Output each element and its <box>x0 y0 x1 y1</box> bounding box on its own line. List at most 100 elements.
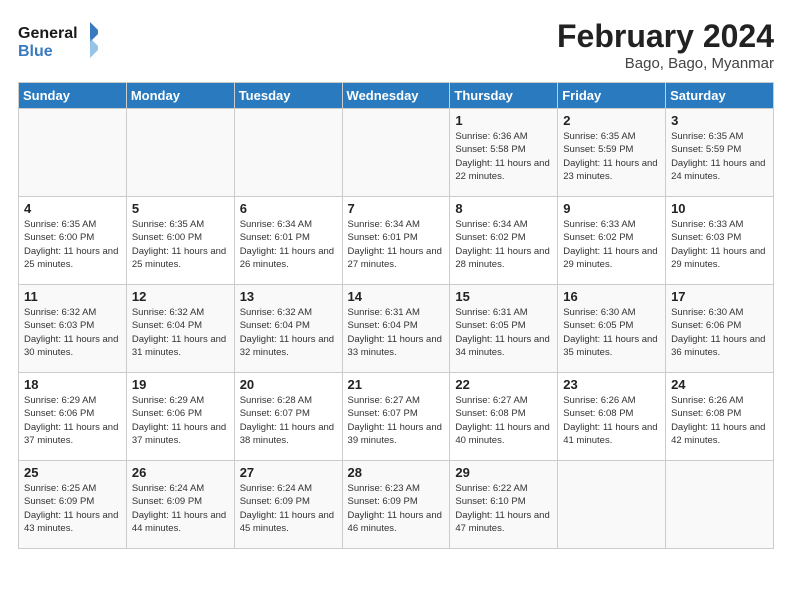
calendar-cell: 25 Sunrise: 6:25 AM Sunset: 6:09 PM Dayli… <box>19 461 127 549</box>
day-number: 12 <box>132 289 230 304</box>
calendar-cell: 15 Sunrise: 6:31 AM Sunset: 6:05 PM Dayli… <box>450 285 558 373</box>
day-number: 4 <box>24 201 122 216</box>
calendar-cell <box>234 109 342 197</box>
day-number: 23 <box>563 377 661 392</box>
day-info: Sunrise: 6:32 AM Sunset: 6:03 PM Dayligh… <box>24 306 122 359</box>
day-info: Sunrise: 6:23 AM Sunset: 6:09 PM Dayligh… <box>348 482 446 535</box>
day-info: Sunrise: 6:24 AM Sunset: 6:09 PM Dayligh… <box>132 482 230 535</box>
day-number: 24 <box>671 377 769 392</box>
day-info: Sunrise: 6:31 AM Sunset: 6:04 PM Dayligh… <box>348 306 446 359</box>
calendar-cell: 1Sunrise: 6:36 AM Sunset: 5:58 PM Daylig… <box>450 109 558 197</box>
day-number: 27 <box>240 465 338 480</box>
day-info: Sunrise: 6:33 AM Sunset: 6:02 PM Dayligh… <box>563 218 661 271</box>
calendar-week-5: 25 Sunrise: 6:25 AM Sunset: 6:09 PM Dayli… <box>19 461 774 549</box>
day-info: Sunrise: 6:26 AM Sunset: 6:08 PM Dayligh… <box>563 394 661 447</box>
day-number: 18 <box>24 377 122 392</box>
page-header: General Blue February 2024 Bago, Bago, M… <box>18 18 774 72</box>
col-wednesday: Wednesday <box>342 83 450 109</box>
calendar-cell: 4 Sunrise: 6:35 AM Sunset: 6:00 PM Daylig… <box>19 197 127 285</box>
calendar-cell: 16Sunrise: 6:30 AM Sunset: 6:05 PM Dayli… <box>558 285 666 373</box>
calendar-cell: 10 Sunrise: 6:33 AM Sunset: 6:03 PM Dayli… <box>666 197 774 285</box>
calendar-cell: 21 Sunrise: 6:27 AM Sunset: 6:07 PM Dayli… <box>342 373 450 461</box>
day-number: 7 <box>348 201 446 216</box>
calendar-table: Sunday Monday Tuesday Wednesday Thursday… <box>18 82 774 549</box>
day-number: 13 <box>240 289 338 304</box>
calendar-cell: 22 Sunrise: 6:27 AM Sunset: 6:08 PM Dayli… <box>450 373 558 461</box>
day-info: Sunrise: 6:36 AM Sunset: 5:58 PM Dayligh… <box>455 130 553 183</box>
day-number: 25 <box>24 465 122 480</box>
day-info: Sunrise: 6:35 AM Sunset: 6:00 PM Dayligh… <box>24 218 122 271</box>
day-number: 8 <box>455 201 553 216</box>
day-info: Sunrise: 6:35 AM Sunset: 5:59 PM Dayligh… <box>671 130 769 183</box>
day-info: Sunrise: 6:29 AM Sunset: 6:06 PM Dayligh… <box>24 394 122 447</box>
day-info: Sunrise: 6:34 AM Sunset: 6:01 PM Dayligh… <box>240 218 338 271</box>
calendar-cell <box>666 461 774 549</box>
calendar-page: General Blue February 2024 Bago, Bago, M… <box>0 0 792 612</box>
header-row: Sunday Monday Tuesday Wednesday Thursday… <box>19 83 774 109</box>
day-info: Sunrise: 6:31 AM Sunset: 6:05 PM Dayligh… <box>455 306 553 359</box>
calendar-cell: 23 Sunrise: 6:26 AM Sunset: 6:08 PM Dayli… <box>558 373 666 461</box>
day-info: Sunrise: 6:35 AM Sunset: 6:00 PM Dayligh… <box>132 218 230 271</box>
col-saturday: Saturday <box>666 83 774 109</box>
col-thursday: Thursday <box>450 83 558 109</box>
day-number: 10 <box>671 201 769 216</box>
day-number: 15 <box>455 289 553 304</box>
day-number: 19 <box>132 377 230 392</box>
day-info: Sunrise: 6:27 AM Sunset: 6:08 PM Dayligh… <box>455 394 553 447</box>
calendar-week-2: 4 Sunrise: 6:35 AM Sunset: 6:00 PM Daylig… <box>19 197 774 285</box>
calendar-cell: 9Sunrise: 6:33 AM Sunset: 6:02 PM Daylig… <box>558 197 666 285</box>
day-number: 6 <box>240 201 338 216</box>
calendar-week-4: 18 Sunrise: 6:29 AM Sunset: 6:06 PM Dayli… <box>19 373 774 461</box>
svg-text:General: General <box>18 25 78 42</box>
day-number: 5 <box>132 201 230 216</box>
day-number: 2 <box>563 113 661 128</box>
calendar-cell: 8 Sunrise: 6:34 AM Sunset: 6:02 PM Daylig… <box>450 197 558 285</box>
day-info: Sunrise: 6:34 AM Sunset: 6:02 PM Dayligh… <box>455 218 553 271</box>
calendar-cell: 19 Sunrise: 6:29 AM Sunset: 6:06 PM Dayli… <box>126 373 234 461</box>
calendar-cell: 28 Sunrise: 6:23 AM Sunset: 6:09 PM Dayli… <box>342 461 450 549</box>
calendar-body: 1Sunrise: 6:36 AM Sunset: 5:58 PM Daylig… <box>19 109 774 549</box>
calendar-cell: 11 Sunrise: 6:32 AM Sunset: 6:03 PM Dayli… <box>19 285 127 373</box>
day-info: Sunrise: 6:24 AM Sunset: 6:09 PM Dayligh… <box>240 482 338 535</box>
calendar-subtitle: Bago, Bago, Myanmar <box>557 55 774 72</box>
calendar-cell <box>342 109 450 197</box>
day-number: 20 <box>240 377 338 392</box>
logo-svg: General Blue <box>18 18 98 60</box>
calendar-cell: 6 Sunrise: 6:34 AM Sunset: 6:01 PM Daylig… <box>234 197 342 285</box>
day-info: Sunrise: 6:35 AM Sunset: 5:59 PM Dayligh… <box>563 130 661 183</box>
day-info: Sunrise: 6:28 AM Sunset: 6:07 PM Dayligh… <box>240 394 338 447</box>
day-info: Sunrise: 6:25 AM Sunset: 6:09 PM Dayligh… <box>24 482 122 535</box>
day-number: 14 <box>348 289 446 304</box>
day-info: Sunrise: 6:32 AM Sunset: 6:04 PM Dayligh… <box>132 306 230 359</box>
day-info: Sunrise: 6:30 AM Sunset: 6:05 PM Dayligh… <box>563 306 661 359</box>
calendar-cell: 17Sunrise: 6:30 AM Sunset: 6:06 PM Dayli… <box>666 285 774 373</box>
svg-text:Blue: Blue <box>18 43 53 60</box>
calendar-cell: 26 Sunrise: 6:24 AM Sunset: 6:09 PM Dayli… <box>126 461 234 549</box>
day-number: 28 <box>348 465 446 480</box>
calendar-cell: 18 Sunrise: 6:29 AM Sunset: 6:06 PM Dayli… <box>19 373 127 461</box>
day-info: Sunrise: 6:27 AM Sunset: 6:07 PM Dayligh… <box>348 394 446 447</box>
day-number: 22 <box>455 377 553 392</box>
day-info: Sunrise: 6:30 AM Sunset: 6:06 PM Dayligh… <box>671 306 769 359</box>
calendar-cell: 13 Sunrise: 6:32 AM Sunset: 6:04 PM Dayli… <box>234 285 342 373</box>
calendar-cell <box>126 109 234 197</box>
calendar-cell: 24Sunrise: 6:26 AM Sunset: 6:08 PM Dayli… <box>666 373 774 461</box>
day-number: 3 <box>671 113 769 128</box>
day-info: Sunrise: 6:32 AM Sunset: 6:04 PM Dayligh… <box>240 306 338 359</box>
day-info: Sunrise: 6:33 AM Sunset: 6:03 PM Dayligh… <box>671 218 769 271</box>
calendar-header: Sunday Monday Tuesday Wednesday Thursday… <box>19 83 774 109</box>
calendar-cell <box>558 461 666 549</box>
day-number: 11 <box>24 289 122 304</box>
calendar-cell: 27 Sunrise: 6:24 AM Sunset: 6:09 PM Dayli… <box>234 461 342 549</box>
calendar-week-1: 1Sunrise: 6:36 AM Sunset: 5:58 PM Daylig… <box>19 109 774 197</box>
day-number: 21 <box>348 377 446 392</box>
day-number: 29 <box>455 465 553 480</box>
calendar-cell: 29 Sunrise: 6:22 AM Sunset: 6:10 PM Dayli… <box>450 461 558 549</box>
day-info: Sunrise: 6:29 AM Sunset: 6:06 PM Dayligh… <box>132 394 230 447</box>
day-number: 26 <box>132 465 230 480</box>
calendar-title: February 2024 <box>557 18 774 55</box>
day-info: Sunrise: 6:22 AM Sunset: 6:10 PM Dayligh… <box>455 482 553 535</box>
calendar-cell: 2 Sunrise: 6:35 AM Sunset: 5:59 PM Daylig… <box>558 109 666 197</box>
calendar-cell: 3 Sunrise: 6:35 AM Sunset: 5:59 PM Daylig… <box>666 109 774 197</box>
logo: General Blue <box>18 18 98 60</box>
